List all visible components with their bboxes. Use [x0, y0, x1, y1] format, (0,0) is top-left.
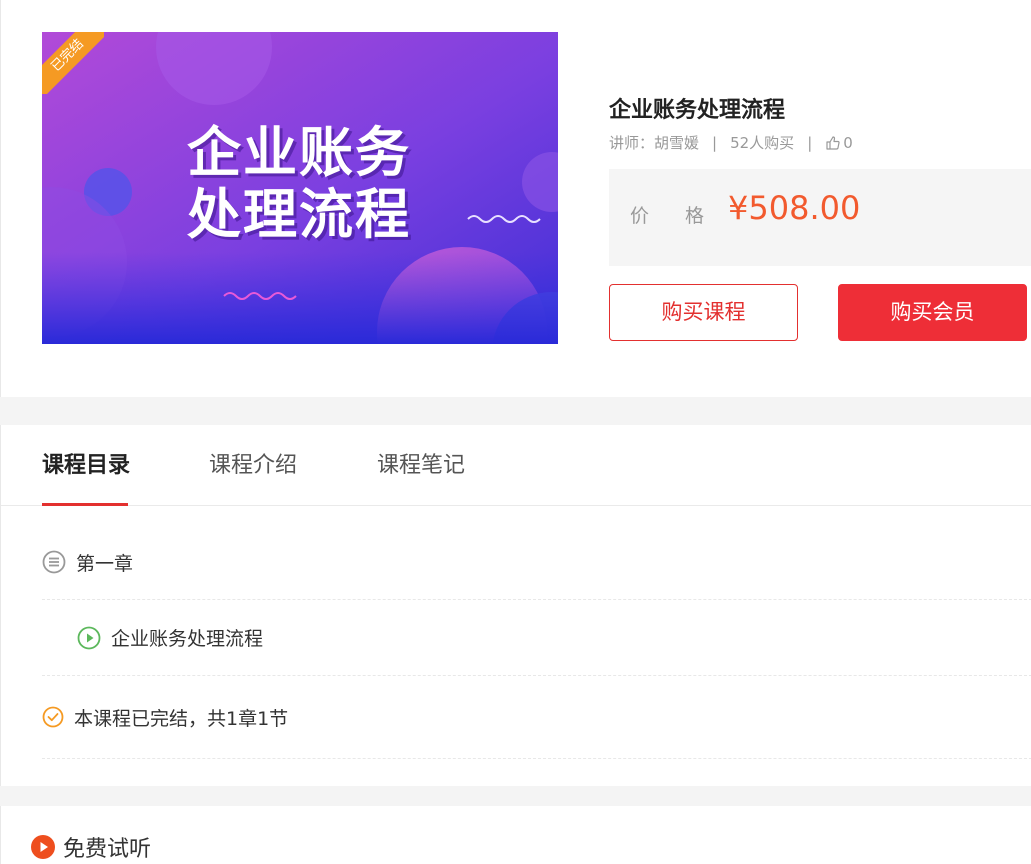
cover-title-line-1: 企业账务: [187, 121, 411, 184]
course-cover-image[interactable]: 企业账务 处理流程 已完结: [42, 32, 558, 344]
buy-member-button[interactable]: 购买会员: [838, 284, 1027, 341]
free-trial-card: 免费试听: [0, 806, 1031, 864]
course-header-card: 企业账务 处理流程 已完结 企业账务处理流程 讲师： 胡雪媛 | 52人购买 |…: [0, 0, 1031, 397]
tab-introduction[interactable]: 课程介绍: [209, 451, 297, 481]
like-button[interactable]: 0: [825, 133, 853, 153]
completed-badge-label: 已完结: [42, 32, 104, 94]
lesson-title: 企业账务处理流程: [111, 628, 264, 650]
free-trial-label: 免费试听: [63, 837, 152, 862]
chapter-list-icon: [42, 550, 66, 574]
thumbs-up-icon: [826, 136, 840, 150]
price-label: 价格: [630, 201, 704, 228]
like-count: 0: [843, 134, 853, 152]
chapter-row[interactable]: 第一章: [42, 525, 1031, 600]
teacher-name[interactable]: 胡雪媛: [654, 133, 699, 153]
tab-catalog[interactable]: 课程目录: [42, 451, 130, 481]
course-summary-text: 本课程已完结，共1章1节: [74, 707, 289, 730]
price-label-char-1: 价: [630, 205, 650, 227]
chapter-title: 第一章: [76, 552, 134, 575]
course-info: 企业账务处理流程 讲师： 胡雪媛 | 52人购买 | 0: [609, 95, 1031, 153]
play-icon: [77, 626, 101, 650]
meta-separator: |: [807, 134, 813, 152]
price-label-char-2: 格: [685, 205, 705, 227]
course-content-card: 课程目录 课程介绍 课程笔记 第一章 企业账务处理流程 本课程已完结，共1章1节: [0, 425, 1031, 786]
price-value: ¥508.00: [728, 189, 861, 227]
free-trial-header[interactable]: 免费试听: [31, 831, 151, 863]
buy-course-button[interactable]: 购买课程: [609, 284, 798, 341]
cover-title: 企业账务 处理流程: [42, 122, 558, 246]
cover-title-line-2: 处理流程: [187, 183, 411, 246]
tab-notes[interactable]: 课程笔记: [377, 451, 465, 481]
course-meta: 讲师： 胡雪媛 | 52人购买 | 0: [609, 133, 1031, 153]
teacher-label: 讲师：: [609, 134, 655, 152]
meta-separator: |: [712, 134, 718, 152]
course-title: 企业账务处理流程: [609, 98, 786, 123]
course-summary-row: 本课程已完结，共1章1节: [42, 676, 1031, 759]
check-circle-icon: [42, 706, 64, 728]
course-tabs: 课程目录 课程介绍 课程笔记: [1, 425, 1031, 506]
completed-badge: 已完结: [42, 32, 104, 94]
lesson-row[interactable]: 企业账务处理流程: [42, 600, 1031, 676]
price-box: 价格 ¥508.00: [609, 169, 1031, 266]
play-circle-icon: [31, 835, 55, 859]
buyer-count: 52人购买: [730, 134, 795, 152]
active-tab-indicator: [42, 503, 128, 506]
